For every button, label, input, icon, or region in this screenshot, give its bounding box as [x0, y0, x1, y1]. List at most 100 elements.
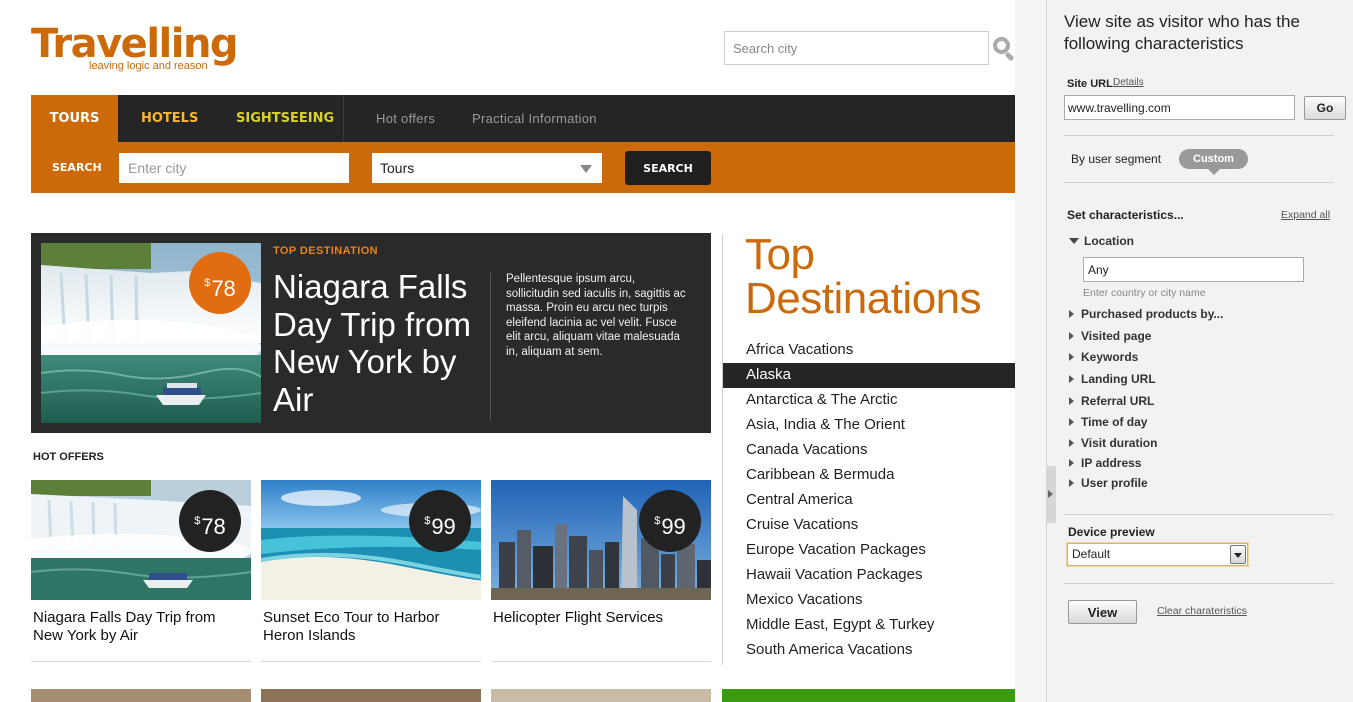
criteria-toggle[interactable]: Time of day: [1069, 415, 1148, 429]
device-preview-select[interactable]: Default: [1067, 543, 1248, 566]
offer-image-partial[interactable]: [31, 689, 251, 702]
offer-card[interactable]: $99 Sunset Eco Tour to Harbor Heron Isla…: [261, 480, 481, 662]
criteria-toggle[interactable]: Referral URL: [1069, 394, 1154, 408]
panel-gutter: [1015, 0, 1046, 702]
destination-item[interactable]: Caribbean & Bermuda: [723, 463, 1015, 488]
criteria-label: IP address: [1081, 456, 1142, 470]
criteria-label: Keywords: [1081, 350, 1139, 364]
location-input[interactable]: [1083, 257, 1304, 282]
panel-divider: [1064, 583, 1334, 584]
expand-right-icon: [1069, 459, 1074, 467]
destination-item[interactable]: Asia, India & The Orient: [723, 413, 1015, 438]
criteria-toggle[interactable]: IP address: [1069, 456, 1142, 470]
expand-right-icon: [1069, 418, 1074, 426]
custom-pill[interactable]: Custom: [1179, 149, 1248, 175]
device-preview-value: Default: [1072, 547, 1111, 561]
expand-right-icon: [1069, 353, 1074, 361]
offer-title[interactable]: Niagara Falls Day Trip from New York by …: [33, 609, 248, 645]
destinations-title-line: Top: [745, 230, 815, 279]
offer-title[interactable]: Sunset Eco Tour to Harbor Heron Islands: [263, 609, 478, 645]
criteria-toggle[interactable]: Purchased products by...: [1069, 307, 1223, 321]
criteria-toggle[interactable]: Visited page: [1069, 329, 1151, 343]
expand-right-icon: [1069, 310, 1074, 318]
expand-right-icon: [1069, 332, 1074, 340]
criteria-toggle[interactable]: Landing URL: [1069, 372, 1156, 386]
panel-divider: [1064, 182, 1334, 183]
currency-symbol: $: [654, 515, 661, 527]
nav-divider: [343, 95, 344, 142]
currency-symbol: $: [424, 515, 431, 527]
panel-collapse-handle[interactable]: [1046, 466, 1056, 523]
criteria-label: Landing URL: [1081, 372, 1156, 386]
search-bar: SEARCH Tours SEARCH: [31, 142, 1015, 193]
offer-card[interactable]: $78 Niagara Falls Day Trip from New York…: [31, 480, 251, 662]
chevron-down-icon: [1230, 545, 1246, 564]
expand-down-icon[interactable]: [1069, 238, 1079, 244]
expand-all-link[interactable]: Expand all: [1281, 209, 1330, 221]
site-url-input[interactable]: [1064, 95, 1295, 120]
destination-item[interactable]: South America Vacations: [723, 638, 1015, 663]
location-hint: Enter country or city name: [1083, 287, 1206, 299]
offer-price-badge: $78: [179, 490, 241, 552]
feature-kicker: TOP DESTINATION: [273, 245, 379, 257]
panel-divider: [1064, 135, 1334, 136]
location-toggle[interactable]: Location: [1084, 234, 1134, 248]
offer-image-partial[interactable]: [491, 689, 711, 702]
currency-symbol: $: [194, 515, 201, 527]
go-button[interactable]: Go: [1304, 96, 1346, 120]
price-value: 78: [201, 514, 226, 539]
search-label: SEARCH: [52, 161, 102, 174]
nav-link-hot-offers[interactable]: Hot offers: [376, 95, 435, 142]
featured-destination[interactable]: $78 TOP DESTINATION Niagara Falls Day Tr…: [31, 233, 711, 433]
nav-link-practical-information[interactable]: Practical Information: [472, 95, 597, 142]
offer-title[interactable]: Helicopter Flight Services: [493, 609, 708, 627]
price-value: 99: [431, 514, 456, 539]
destination-item[interactable]: Antarctica & The Arctic: [723, 388, 1015, 413]
criteria-toggle[interactable]: Keywords: [1069, 350, 1139, 364]
clear-characteristics-link[interactable]: Clear charateristics: [1157, 605, 1247, 617]
device-preview-label: Device preview: [1068, 525, 1155, 539]
criteria-toggle[interactable]: Visit duration: [1069, 436, 1158, 450]
site-url-label: Site URL: [1067, 78, 1113, 90]
user-segment-option[interactable]: By user segment: [1071, 152, 1161, 166]
top-search-input[interactable]: [724, 31, 989, 65]
offer-card[interactable]: $99 Helicopter Flight Services: [491, 480, 711, 662]
search-icon[interactable]: [993, 37, 1015, 62]
criteria-label: Visit duration: [1081, 436, 1158, 450]
destination-item[interactable]: Central America: [723, 488, 1015, 513]
feature-title[interactable]: Niagara Falls Day Trip from New York by …: [273, 268, 498, 418]
destination-item[interactable]: Canada Vacations: [723, 438, 1015, 463]
panel-heading: View site as visitor who has the followi…: [1064, 12, 1300, 53]
destinations-list: Africa Vacations Alaska Antarctica & The A…: [723, 338, 1015, 663]
nav-tab-tours[interactable]: TOURS: [31, 95, 118, 142]
expand-right-icon: [1069, 439, 1074, 447]
logo[interactable]: Travelling leaving logic and reason: [31, 22, 239, 72]
search-button[interactable]: SEARCH: [625, 151, 711, 185]
city-input[interactable]: [119, 153, 349, 183]
destination-item[interactable]: Middle East, Egypt & Turkey: [723, 613, 1015, 638]
offer-price-badge: $99: [409, 490, 471, 552]
destination-item[interactable]: Africa Vacations: [723, 338, 1015, 363]
criteria-label: Time of day: [1081, 415, 1148, 429]
details-link[interactable]: Details: [1113, 77, 1144, 88]
feature-price-badge: $78: [189, 252, 251, 314]
destination-item[interactable]: Europe Vacation Packages: [723, 538, 1015, 563]
visitor-preview-panel: View site as visitor who has the followi…: [1046, 0, 1353, 702]
offer-image-partial[interactable]: [261, 689, 481, 702]
destination-item[interactable]: Cruise Vacations: [723, 513, 1015, 538]
main-nav: TOURS HOTELS SIGHTSEEING Hot offers Prac…: [31, 95, 1015, 142]
view-button[interactable]: View: [1068, 600, 1137, 624]
criteria-label: User profile: [1081, 476, 1148, 490]
chevron-down-icon: [580, 165, 592, 173]
currency-symbol: $: [204, 277, 211, 289]
nav-tab-sightseeing[interactable]: SIGHTSEEING: [236, 95, 334, 142]
offer-price-badge: $99: [639, 490, 701, 552]
destination-item[interactable]: Alaska: [723, 363, 1015, 388]
promo-banner-partial[interactable]: [722, 689, 1015, 702]
nav-tab-hotels[interactable]: HOTELS: [141, 95, 198, 142]
criteria-toggle[interactable]: User profile: [1069, 476, 1148, 490]
feature-description: Pellentesque ipsum arcu, sollicitudin se…: [506, 273, 686, 358]
destination-item[interactable]: Hawaii Vacation Packages: [723, 563, 1015, 588]
tour-type-select[interactable]: Tours: [372, 153, 602, 183]
destination-item[interactable]: Mexico Vacations: [723, 588, 1015, 613]
